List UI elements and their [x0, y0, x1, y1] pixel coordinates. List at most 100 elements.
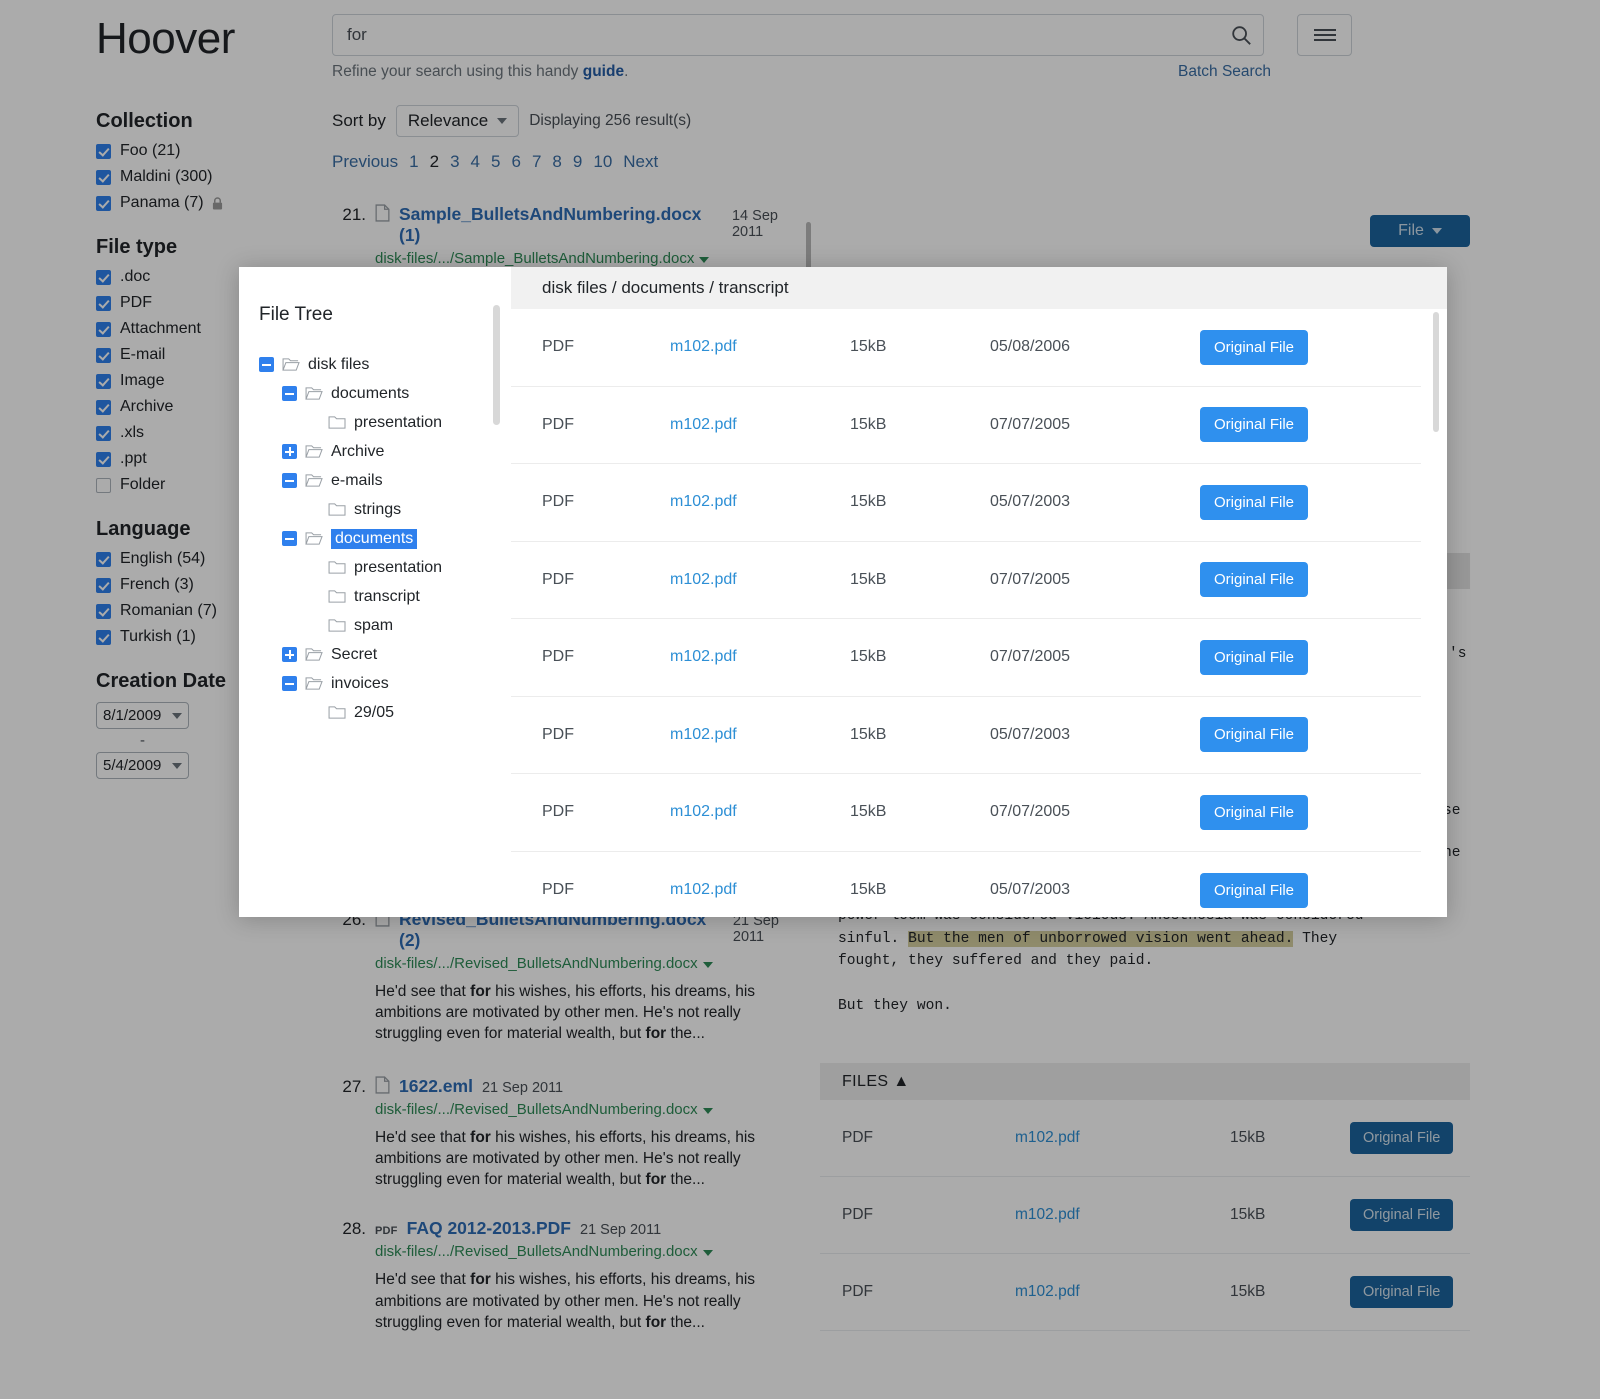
collapse-minus-icon[interactable]: [282, 531, 297, 546]
checkbox-icon[interactable]: [96, 295, 111, 311]
result-path-text: disk-files/.../Revised_BulletsAndNumberi…: [375, 1101, 698, 1119]
pager-page-current[interactable]: 2: [430, 152, 439, 172]
pager-page-5[interactable]: 5: [491, 152, 500, 172]
result-path[interactable]: disk-files/.../Revised_BulletsAndNumberi…: [375, 955, 812, 972]
file-name-link[interactable]: m102.pdf: [670, 416, 737, 433]
files-section-header[interactable]: FILES ▲: [820, 1063, 1470, 1100]
guide-link[interactable]: guide: [583, 63, 624, 80]
original-file-button[interactable]: Original File: [1200, 562, 1309, 598]
chevron-down-icon[interactable]: [699, 257, 710, 263]
file-name-link[interactable]: m102.pdf: [670, 338, 737, 355]
language-label: Turkish (1): [120, 628, 196, 645]
chevron-down-icon[interactable]: [702, 1250, 713, 1257]
checkbox-icon[interactable]: [96, 269, 111, 285]
batch-search-link[interactable]: Batch Search: [1178, 63, 1271, 81]
result-path[interactable]: disk-files/.../Revised_BulletsAndNumberi…: [375, 1243, 812, 1260]
pager-next[interactable]: Next: [623, 152, 658, 172]
expand-plus-icon[interactable]: [282, 444, 297, 459]
checkbox-icon[interactable]: [96, 143, 111, 159]
date-from-select[interactable]: 8/1/2009: [96, 702, 189, 729]
file-name-link[interactable]: m102.pdf: [1015, 1206, 1230, 1224]
file-name-link[interactable]: m102.pdf: [1015, 1283, 1230, 1301]
file-tree-node[interactable]: strings: [259, 495, 511, 524]
file-tree-scrollbar[interactable]: [493, 305, 500, 425]
original-file-button[interactable]: Original File: [1200, 639, 1309, 675]
pager-page-7[interactable]: 7: [532, 152, 541, 172]
pager-page-9[interactable]: 9: [573, 152, 582, 172]
checkbox-icon[interactable]: [96, 477, 111, 493]
tree-node-label: documents: [331, 384, 410, 402]
search-input[interactable]: [332, 14, 1264, 56]
file-name-link[interactable]: m102.pdf: [1015, 1129, 1230, 1147]
chevron-down-icon[interactable]: [702, 1108, 713, 1115]
file-tree-node[interactable]: Archive: [259, 437, 511, 466]
file-tree-node[interactable]: documents: [259, 524, 511, 553]
checkbox-icon[interactable]: [96, 577, 111, 593]
file-name-link[interactable]: m102.pdf: [670, 648, 737, 665]
file-list-scrollbar[interactable]: [1433, 312, 1439, 432]
result-title-link[interactable]: Sample_BulletsAndNumbering.docx (1): [399, 204, 723, 246]
checkbox-icon[interactable]: [96, 551, 111, 567]
file-name-link[interactable]: m102.pdf: [670, 803, 737, 820]
checkbox-icon[interactable]: [96, 425, 111, 441]
collapse-minus-icon[interactable]: [282, 676, 297, 691]
original-file-button[interactable]: Original File: [1200, 872, 1309, 908]
file-tree-node[interactable]: 29/05: [259, 698, 511, 727]
file-name-link[interactable]: m102.pdf: [670, 571, 737, 588]
collapse-minus-icon[interactable]: [282, 386, 297, 401]
checkbox-icon[interactable]: [96, 321, 111, 337]
checkbox-icon[interactable]: [96, 347, 111, 363]
date-from-value: 8/1/2009: [103, 707, 162, 724]
original-file-button[interactable]: Original File: [1350, 1122, 1454, 1154]
chevron-down-icon[interactable]: [702, 962, 713, 968]
pager-previous[interactable]: Previous: [332, 152, 398, 172]
file-name-link[interactable]: m102.pdf: [670, 881, 737, 898]
file-tree-node[interactable]: transcript: [259, 582, 511, 611]
checkbox-icon[interactable]: [96, 373, 111, 389]
pager-page-4[interactable]: 4: [471, 152, 480, 172]
sort-select[interactable]: Relevance: [395, 105, 520, 137]
result-path[interactable]: disk-files/.../Revised_BulletsAndNumberi…: [375, 1101, 812, 1118]
file-name-link[interactable]: m102.pdf: [670, 726, 737, 743]
checkbox-icon[interactable]: [96, 629, 111, 645]
file-tree-node[interactable]: disk files: [259, 350, 511, 379]
expand-plus-icon[interactable]: [282, 647, 297, 662]
collapse-minus-icon[interactable]: [282, 473, 297, 488]
search-icon[interactable]: [1230, 24, 1252, 46]
original-file-button[interactable]: Original File: [1200, 794, 1309, 830]
original-file-button[interactable]: Original File: [1200, 484, 1309, 520]
checkbox-icon[interactable]: [96, 195, 111, 211]
collection-item-maldini[interactable]: Maldini (300): [96, 168, 311, 186]
result-title-link[interactable]: 1622.eml: [399, 1076, 473, 1097]
file-tree-node[interactable]: presentation: [259, 408, 511, 437]
collapse-minus-icon[interactable]: [259, 357, 274, 372]
original-file-button[interactable]: Original File: [1350, 1199, 1454, 1231]
collection-item-panama[interactable]: Panama (7): [96, 194, 311, 212]
checkbox-icon[interactable]: [96, 451, 111, 467]
result-title-link[interactable]: FAQ 2012-2013.PDF: [407, 1218, 571, 1239]
hamburger-menu-icon[interactable]: [1297, 14, 1352, 56]
file-tree-node[interactable]: invoices: [259, 669, 511, 698]
checkbox-icon[interactable]: [96, 603, 111, 619]
pager-page-6[interactable]: 6: [511, 152, 520, 172]
file-dropdown-button[interactable]: File: [1370, 215, 1470, 247]
checkbox-icon[interactable]: [96, 399, 111, 415]
pager-page-1[interactable]: 1: [409, 152, 418, 172]
file-tree-node[interactable]: Secret: [259, 640, 511, 669]
file-tree-node[interactable]: presentation: [259, 553, 511, 582]
original-file-button[interactable]: Original File: [1200, 717, 1309, 753]
result-path[interactable]: disk-files/.../Sample_BulletsAndNumberin…: [375, 250, 812, 267]
collection-item-foo[interactable]: Foo (21): [96, 142, 311, 160]
file-tree-node[interactable]: spam: [259, 611, 511, 640]
original-file-button[interactable]: Original File: [1200, 407, 1309, 443]
pager-page-3[interactable]: 3: [450, 152, 459, 172]
original-file-button[interactable]: Original File: [1350, 1276, 1454, 1308]
file-name-link[interactable]: m102.pdf: [670, 493, 737, 510]
original-file-button[interactable]: Original File: [1200, 329, 1309, 365]
file-tree-node[interactable]: documents: [259, 379, 511, 408]
pager-page-8[interactable]: 8: [552, 152, 561, 172]
file-tree-node[interactable]: e-mails: [259, 466, 511, 495]
date-to-select[interactable]: 5/4/2009: [96, 752, 189, 779]
pager-page-10[interactable]: 10: [593, 152, 612, 172]
checkbox-icon[interactable]: [96, 169, 111, 185]
